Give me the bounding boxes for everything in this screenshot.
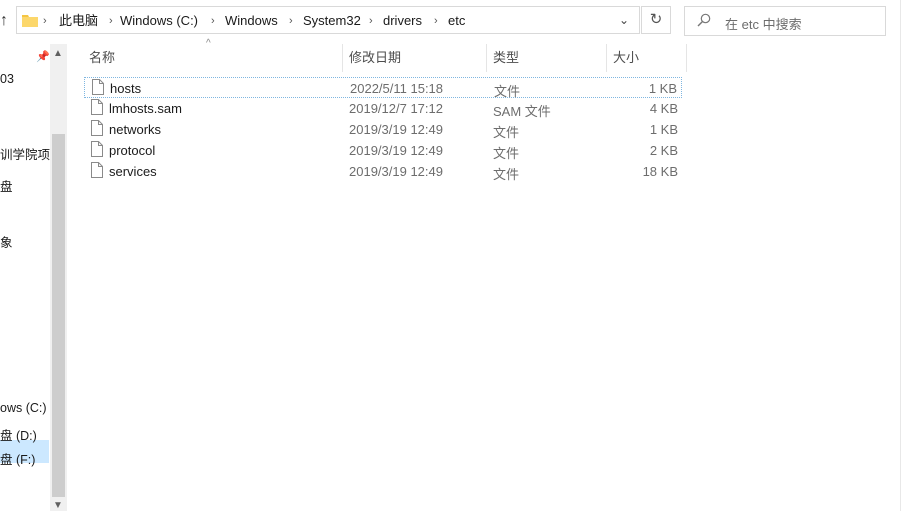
- search-icon: [697, 13, 711, 27]
- breadcrumb-drivers[interactable]: drivers: [383, 13, 422, 29]
- file-row[interactable]: services 2019/3/19 12:49 文件 18 KB: [84, 161, 682, 182]
- up-arrow-button[interactable]: ↑: [0, 11, 12, 31]
- file-date: 2019/3/19 12:49: [349, 164, 443, 179]
- file-row[interactable]: lmhosts.sam 2019/12/7 17:12 SAM 文件 4 KB: [84, 98, 682, 119]
- file-name[interactable]: networks: [109, 122, 161, 137]
- file-date: 2022/5/11 15:18: [350, 81, 444, 96]
- file-row[interactable]: networks 2019/3/19 12:49 文件 1 KB: [84, 119, 682, 140]
- nav-item[interactable]: 象: [0, 232, 13, 251]
- scroll-down-icon[interactable]: ▼: [53, 500, 63, 511]
- breadcrumb-system32[interactable]: System32: [303, 13, 361, 29]
- nav-item-d-drive[interactable]: 盘 (D:): [0, 425, 37, 444]
- file-size: 18 KB: [642, 164, 678, 179]
- file-icon: [91, 120, 103, 136]
- file-size: 1 KB: [648, 81, 677, 96]
- file-type: SAM 文件: [493, 104, 551, 119]
- nav-item[interactable]: 03: [0, 72, 14, 86]
- scroll-up-icon[interactable]: ▲: [53, 48, 63, 59]
- breadcrumb-this-pc[interactable]: 此电脑: [59, 13, 98, 29]
- breadcrumb-windows[interactable]: Windows: [225, 13, 278, 29]
- file-name[interactable]: lmhosts.sam: [109, 101, 182, 116]
- folder-icon: [22, 15, 38, 27]
- file-name[interactable]: protocol: [109, 143, 155, 158]
- address-bar[interactable]: › 此电脑 › Windows (C:) › Windows › System3…: [16, 6, 640, 34]
- pin-icon[interactable]: 📌: [36, 50, 50, 63]
- column-header-name[interactable]: 名称: [89, 44, 115, 72]
- breadcrumb-separator[interactable]: ›: [211, 13, 215, 29]
- file-icon: [91, 141, 103, 157]
- column-divider[interactable]: [606, 44, 607, 72]
- breadcrumb-c-drive[interactable]: Windows (C:): [120, 13, 198, 29]
- breadcrumb-separator[interactable]: ›: [369, 13, 373, 29]
- file-size: 4 KB: [649, 101, 678, 116]
- file-size: 1 KB: [649, 122, 678, 137]
- breadcrumb-separator[interactable]: ›: [43, 13, 47, 29]
- file-row[interactable]: protocol 2019/3/19 12:49 文件 2 KB: [84, 140, 682, 161]
- file-icon: [91, 99, 103, 115]
- file-icon: [91, 162, 103, 178]
- file-name[interactable]: hosts: [110, 81, 141, 96]
- search-placeholder: 在 etc 中搜索: [725, 17, 802, 32]
- file-size: 2 KB: [649, 143, 678, 158]
- scrollbar-thumb[interactable]: [52, 134, 65, 497]
- column-header-size[interactable]: 大小: [613, 44, 639, 72]
- file-type: 文件: [493, 146, 520, 161]
- file-row[interactable]: hosts 2022/5/11 15:18 文件 1 KB: [84, 77, 682, 99]
- column-divider[interactable]: [686, 44, 687, 72]
- column-header-type[interactable]: 类型: [493, 44, 519, 72]
- refresh-button[interactable]: ↻: [641, 6, 671, 34]
- breadcrumb-etc[interactable]: etc: [448, 13, 465, 29]
- file-name[interactable]: services: [109, 164, 157, 179]
- file-date: 2019/3/19 12:49: [349, 122, 443, 137]
- search-input[interactable]: 在 etc 中搜索: [684, 6, 886, 36]
- file-date: 2019/12/7 17:12: [349, 101, 443, 116]
- file-type: 文件: [493, 125, 520, 140]
- file-icon: [92, 79, 104, 95]
- chevron-down-icon[interactable]: ⌄: [619, 12, 631, 28]
- nav-item[interactable]: 训学院项: [0, 144, 50, 163]
- file-date: 2019/3/19 12:49: [349, 143, 443, 158]
- sort-ascending-icon: ^: [206, 38, 211, 49]
- navigation-pane[interactable]: 03 训学院项 盘 象 ows (C:) 盘 (D:) 盘 (F:): [0, 44, 50, 511]
- nav-scrollbar[interactable]: ▲ ▼: [50, 44, 67, 511]
- column-divider[interactable]: [486, 44, 487, 72]
- column-header-date[interactable]: 修改日期: [349, 44, 401, 72]
- column-divider[interactable]: [342, 44, 343, 72]
- nav-item-f-drive[interactable]: 盘 (F:): [0, 449, 35, 468]
- file-type: 文件: [493, 167, 520, 182]
- breadcrumb-separator[interactable]: ›: [109, 13, 113, 29]
- nav-item[interactable]: 盘: [0, 176, 13, 195]
- nav-item-c-drive[interactable]: ows (C:): [0, 401, 47, 415]
- breadcrumb-separator[interactable]: ›: [289, 13, 293, 29]
- breadcrumb-separator[interactable]: ›: [434, 13, 438, 29]
